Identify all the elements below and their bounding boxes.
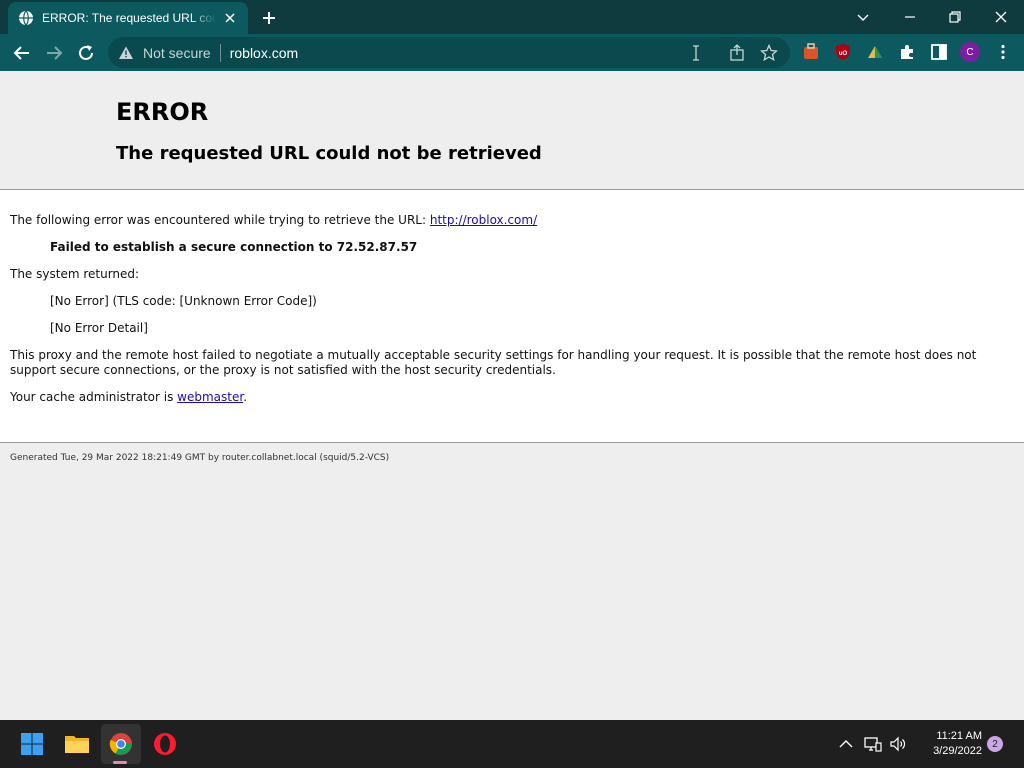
bookmark-star-icon[interactable]	[760, 44, 778, 62]
system-error-detail: [No Error Detail]	[50, 321, 148, 335]
restore-icon[interactable]	[945, 7, 965, 27]
share-icon[interactable]	[728, 44, 746, 62]
chevron-up-icon[interactable]	[837, 735, 855, 753]
explanation-line-2: support secure connections, or the proxy…	[10, 363, 556, 377]
extensions-puzzle-icon[interactable]	[898, 43, 916, 61]
file-explorer-button[interactable]	[57, 724, 97, 764]
system-error-code: [No Error] (TLS code: [Unknown Error Cod…	[50, 294, 317, 308]
close-window-icon[interactable]	[991, 7, 1011, 27]
page-subtitle: The requested URL could not be retrieved	[116, 143, 542, 164]
minimize-icon[interactable]	[900, 7, 920, 27]
divider	[219, 43, 221, 62]
globe-icon	[19, 10, 33, 26]
svg-text:uO: uO	[839, 51, 848, 57]
generated-footer: Generated Tue, 29 Mar 2022 18:21:49 GMT …	[10, 453, 390, 463]
forward-icon[interactable]	[43, 42, 65, 64]
ublock-origin-icon[interactable]: uO	[834, 43, 852, 61]
new-tab-icon[interactable]	[260, 9, 278, 27]
admin-paragraph: Your cache administrator is webmaster.	[10, 390, 247, 404]
extension-tent-icon[interactable]	[866, 43, 884, 61]
start-button[interactable]	[12, 724, 52, 764]
page-content: ERROR The requested URL could not be ret…	[0, 71, 1024, 720]
menu-kebab-icon[interactable]	[994, 43, 1012, 61]
volume-icon[interactable]	[889, 735, 907, 753]
intro-paragraph: The following error was encountered whil…	[10, 213, 537, 227]
admin-suffix: .	[243, 390, 248, 404]
chrome-icon	[109, 733, 132, 755]
network-icon[interactable]	[864, 735, 882, 753]
address-bar[interactable]: Not secure roblox.com	[108, 37, 790, 68]
clock-date: 3/29/2022	[933, 745, 982, 757]
explanation-line-1: This proxy and the remote host failed to…	[10, 348, 977, 362]
opera-icon	[154, 733, 176, 755]
profile-avatar[interactable]: C	[960, 42, 980, 62]
tab-title: ERROR: The requested URL could not be re…	[42, 11, 216, 25]
error-header: ERROR The requested URL could not be ret…	[0, 71, 1024, 190]
extension-briefcase-icon[interactable]	[802, 43, 820, 61]
webmaster-link[interactable]: webmaster	[177, 390, 243, 404]
reload-icon[interactable]	[75, 42, 97, 64]
tab-search-icon[interactable]	[853, 7, 873, 27]
error-detail: Failed to establish a secure connection …	[50, 240, 418, 254]
side-panel-icon[interactable]	[930, 43, 948, 61]
admin-prefix: Your cache administrator is	[10, 390, 178, 404]
chrome-taskbar-button[interactable]	[101, 724, 141, 764]
error-body: The following error was encountered whil…	[0, 190, 1024, 443]
requested-url-link[interactable]: http://roblox.com/	[430, 213, 537, 227]
title-bar: ERROR: The requested URL could not be re…	[0, 0, 1024, 34]
page-title: ERROR	[116, 98, 209, 126]
close-tab-icon[interactable]	[222, 10, 238, 26]
browser-toolbar: Not secure roblox.com uO C	[0, 34, 1024, 71]
taskbar: 11:21 AM 3/29/2022	[0, 720, 1024, 768]
system-clock[interactable]: 11:21 AM 3/29/2022	[916, 729, 982, 759]
windows-start-icon	[21, 733, 43, 755]
url-text[interactable]: roblox.com	[230, 45, 298, 61]
active-app-indicator	[113, 761, 127, 764]
security-status[interactable]: Not secure	[143, 45, 211, 61]
clock-time: 11:21 AM	[936, 730, 982, 742]
intro-text: The following error was encountered whil…	[10, 213, 430, 227]
warning-icon[interactable]	[118, 45, 134, 61]
notification-badge[interactable]: 2	[987, 736, 1003, 752]
system-returned-label: The system returned:	[10, 267, 140, 281]
opera-taskbar-button[interactable]	[145, 724, 185, 764]
explanation-paragraph: This proxy and the remote host failed to…	[10, 348, 1010, 378]
file-explorer-icon	[65, 736, 89, 753]
text-cursor-icon	[693, 45, 699, 61]
browser-tab[interactable]: ERROR: The requested URL could not be re…	[8, 2, 248, 34]
back-icon[interactable]	[11, 42, 33, 64]
